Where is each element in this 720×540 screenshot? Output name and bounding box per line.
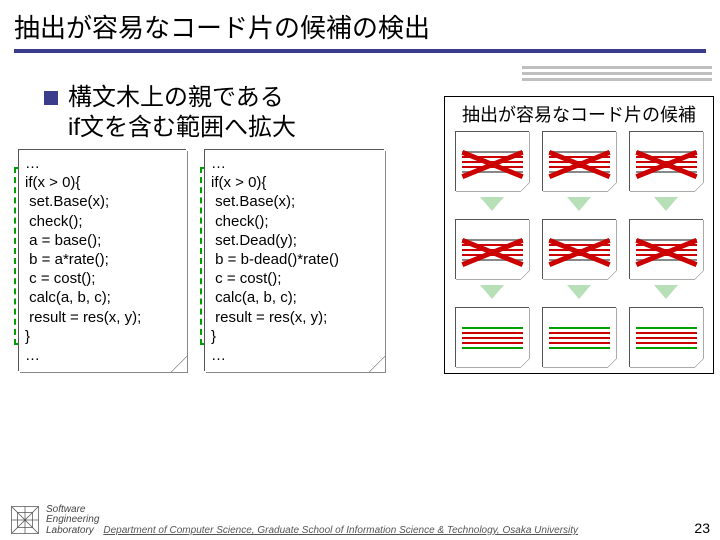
- code-line: …: [25, 154, 180, 173]
- code-line: if(x > 0){: [211, 173, 378, 192]
- title-underline: [14, 49, 706, 53]
- arrow-down-icon: [480, 199, 504, 211]
- mini-candidate-valid: [455, 307, 529, 367]
- logo-line: Laboratory: [46, 525, 94, 536]
- logo-icon: [10, 505, 40, 535]
- mini-candidate-crossed: [542, 219, 616, 279]
- code-line: set.Base(x);: [211, 192, 378, 211]
- right-panel-title: 抽出が容易なコード片の候補: [447, 101, 711, 127]
- bullet-line2: if文を含む範囲へ拡大: [68, 114, 296, 141]
- code-line: c = cost();: [211, 269, 378, 288]
- code-line: b = a*rate();: [25, 250, 180, 269]
- slide: 抽出が容易なコード片の候補の検出 構文木上の親である if文を含む範囲へ拡大 ……: [0, 0, 720, 540]
- page-fold-icon: [171, 356, 187, 372]
- logo-line: Software: [46, 504, 85, 515]
- footer-affiliation: Department of Computer Science, Graduate…: [99, 525, 710, 536]
- code-line: if(x > 0){: [25, 173, 180, 192]
- mini-candidate-crossed: [629, 219, 703, 279]
- code-line: …: [211, 154, 378, 173]
- mini-candidate-valid: [629, 307, 703, 367]
- code-line: set.Base(x);: [25, 192, 180, 211]
- page-fold-icon: [369, 356, 385, 372]
- code-right: … if(x > 0){ set.Base(x); check(); set.D…: [204, 149, 384, 371]
- code-line: c = cost();: [25, 269, 180, 288]
- bullet-line1: 構文木上の親である: [68, 84, 284, 111]
- code-line: calc(a, b, c);: [25, 288, 180, 307]
- code-line: …: [211, 346, 378, 365]
- mini-candidate-valid: [542, 307, 616, 367]
- bullet-icon: [44, 91, 58, 105]
- mini-candidate-crossed: [629, 131, 703, 191]
- mini-grid: [447, 127, 711, 367]
- logo: Software Engineering Laboratory: [10, 505, 99, 537]
- logo-line: Engineering: [46, 514, 99, 525]
- page-number: 23: [694, 520, 710, 536]
- code-line: …: [25, 346, 180, 365]
- arrow-down-icon: [567, 287, 591, 299]
- code-line: check();: [211, 212, 378, 231]
- code-line: result = res(x, y);: [211, 308, 378, 327]
- arrow-down-icon: [654, 287, 678, 299]
- bullet-text: 構文木上の親である if文を含む範囲へ拡大: [68, 83, 296, 143]
- logo-text: Software Engineering Laboratory: [46, 505, 99, 537]
- code-line: }: [211, 327, 378, 346]
- mini-candidate-crossed: [455, 131, 529, 191]
- mini-candidate-crossed: [542, 131, 616, 191]
- code-line: calc(a, b, c);: [211, 288, 378, 307]
- arrow-down-icon: [654, 199, 678, 211]
- arrow-down-icon: [480, 287, 504, 299]
- code-left-wrap: … if(x > 0){ set.Base(x); check(); a = b…: [18, 149, 186, 371]
- code-line: b = b-dead()*rate(): [211, 250, 378, 269]
- code-line: }: [25, 327, 180, 346]
- code-line: check();: [25, 212, 180, 231]
- slide-title: 抽出が容易なコード片の候補の検出: [14, 8, 706, 45]
- code-right-wrap: … if(x > 0){ set.Base(x); check(); set.D…: [204, 149, 384, 371]
- code-line: set.Dead(y);: [211, 231, 378, 250]
- title-bar: 抽出が容易なコード片の候補の検出: [0, 0, 720, 57]
- mini-candidate-crossed: [455, 219, 529, 279]
- code-line: result = res(x, y);: [25, 308, 180, 327]
- code-left: … if(x > 0){ set.Base(x); check(); a = b…: [18, 149, 186, 371]
- arrow-down-icon: [567, 199, 591, 211]
- code-line: a = base();: [25, 231, 180, 250]
- footer: Software Engineering Laboratory Departme…: [0, 505, 720, 537]
- accent-lines: [522, 66, 712, 81]
- right-panel: 抽出が容易なコード片の候補: [444, 96, 714, 374]
